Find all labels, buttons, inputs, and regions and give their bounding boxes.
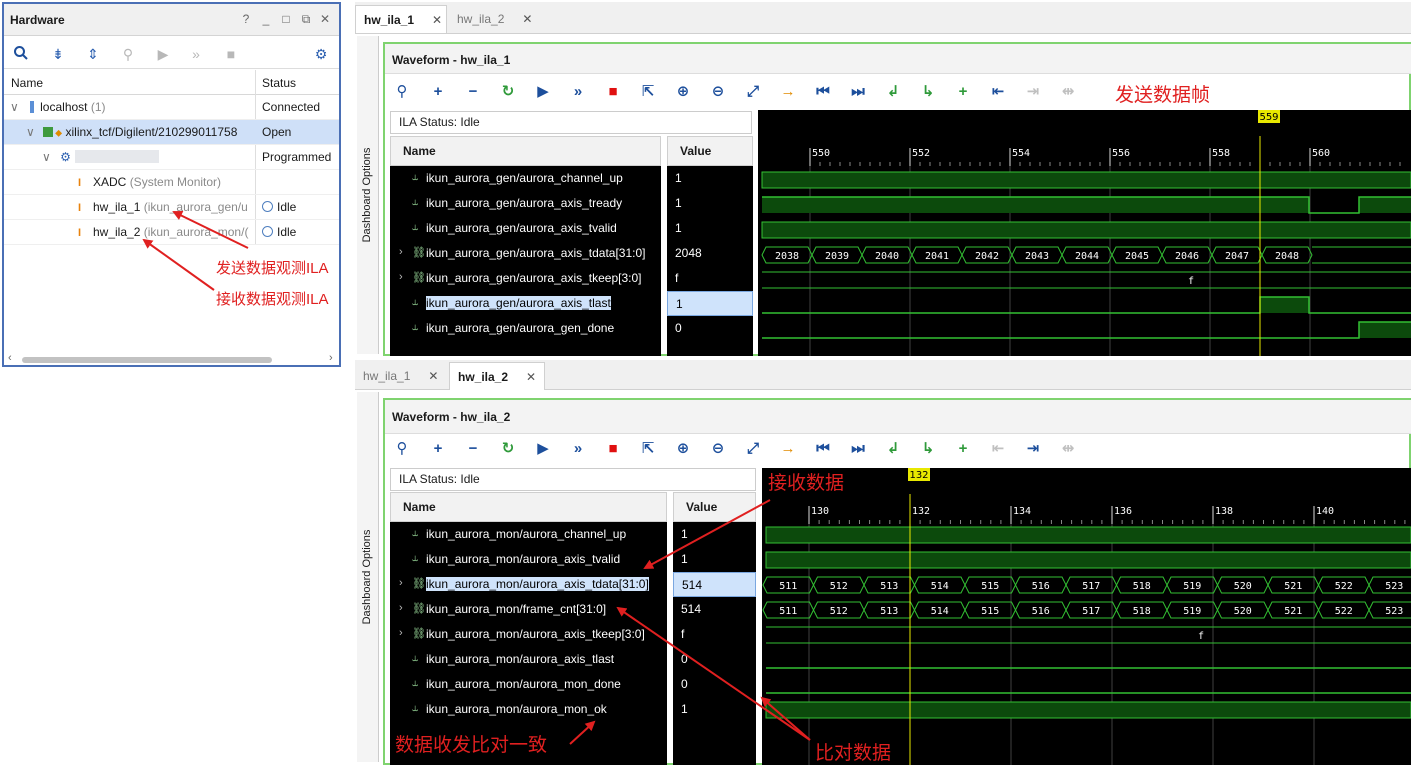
arrow-compare-wave xyxy=(760,696,811,741)
arrow-recv-data xyxy=(643,499,771,569)
arrow-recv-ila xyxy=(142,238,215,291)
arrow-send-ila xyxy=(172,211,249,249)
arrow-compare-ok xyxy=(569,720,596,745)
arrow-compare-frame xyxy=(616,606,811,741)
annotation-arrows xyxy=(142,211,811,745)
